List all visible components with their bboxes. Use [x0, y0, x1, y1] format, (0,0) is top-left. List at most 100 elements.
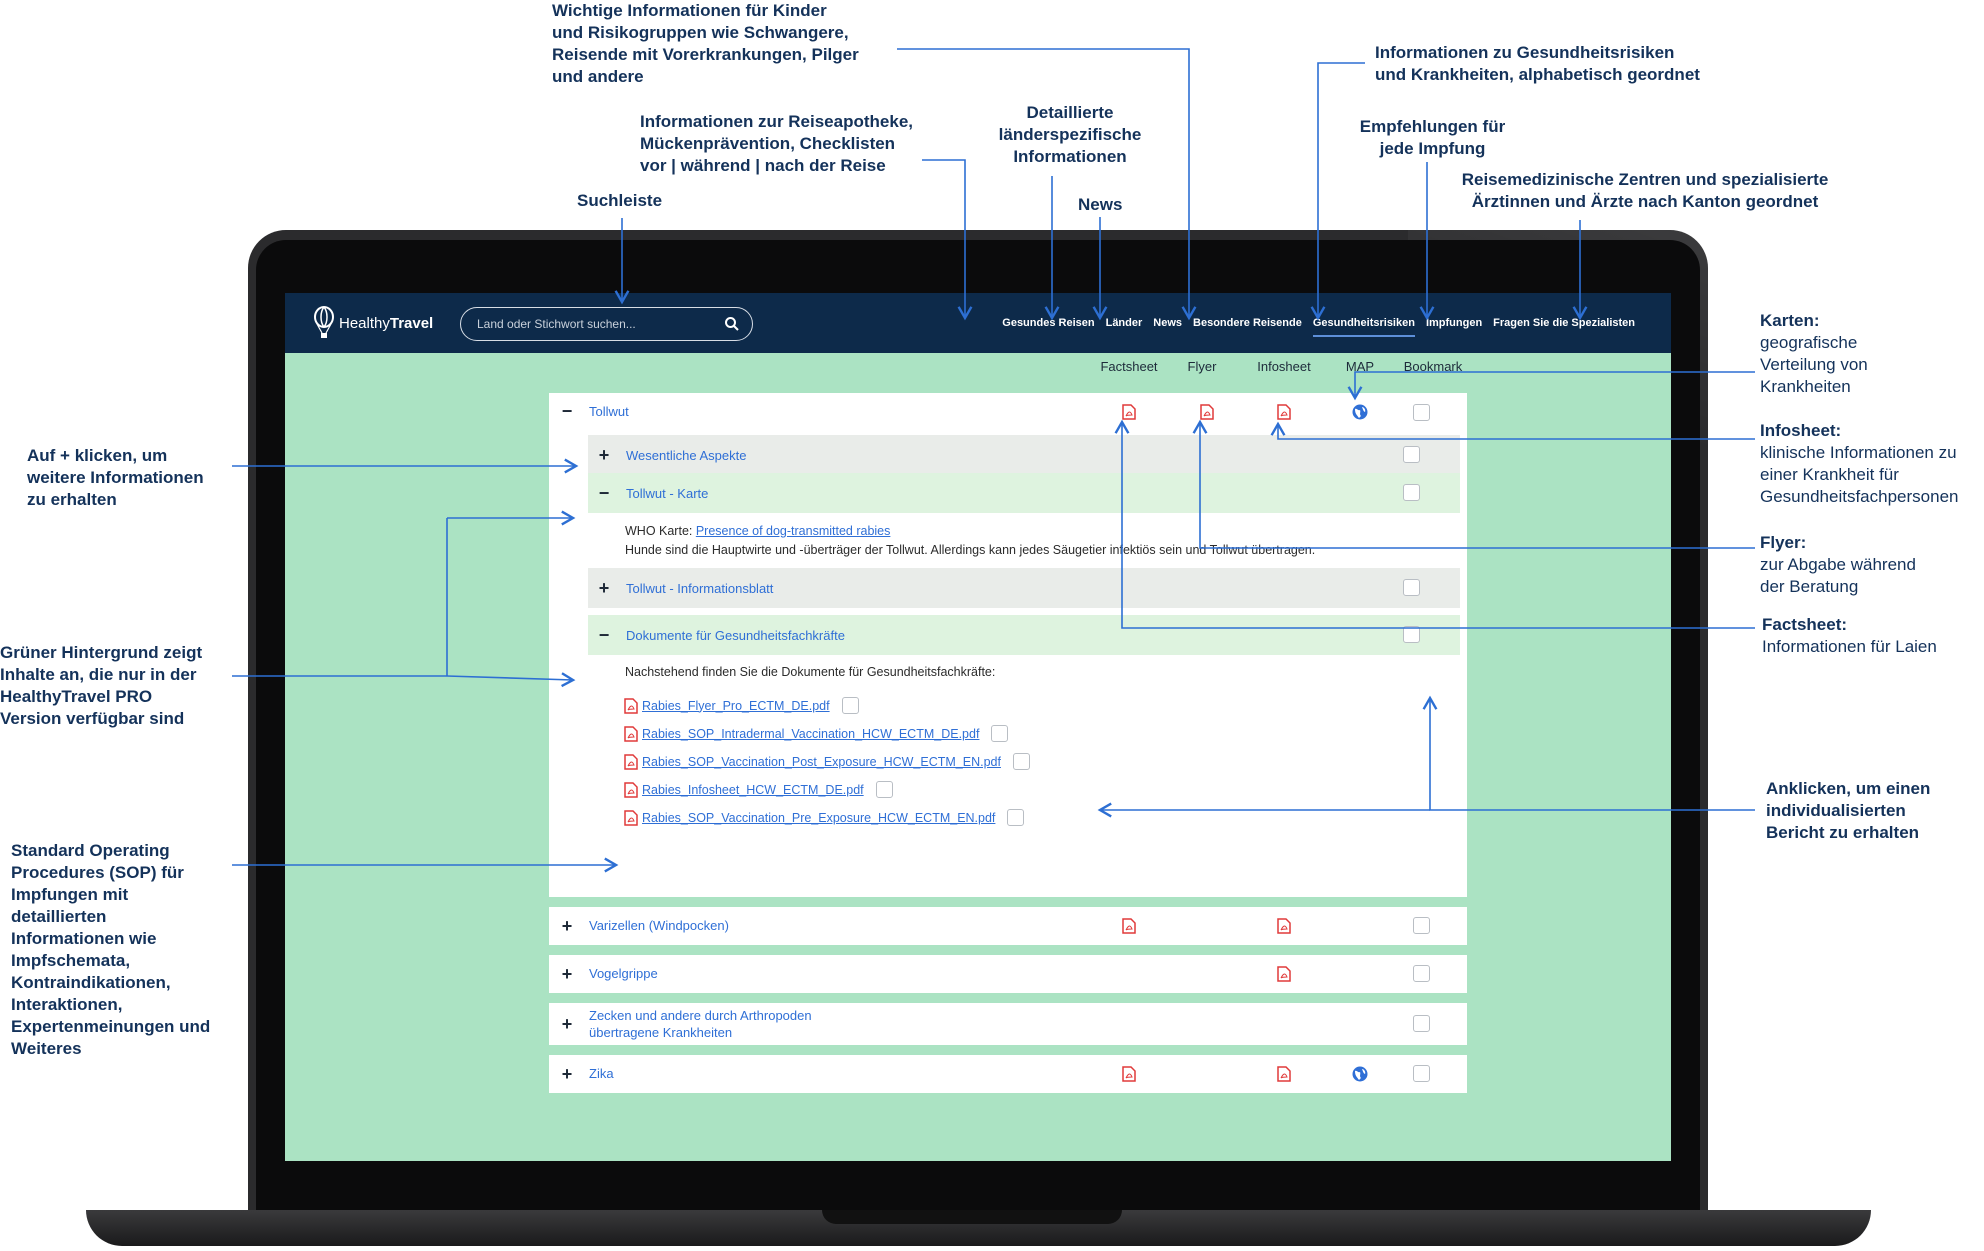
annotation-impfungen: Empfehlungen für jede Impfung: [1359, 117, 1506, 158]
bookmark-checkbox[interactable]: [1403, 579, 1420, 596]
annotation-flyer: Flyer: zur Abgabe während der Beratung: [1760, 533, 1916, 596]
disease-row-zika[interactable]: + Zika: [549, 1055, 1467, 1093]
bookmark-checkbox[interactable]: [1413, 1065, 1430, 1082]
col-factsheet: Factsheet: [1100, 359, 1158, 374]
logo-text: HealthyTravel: [339, 314, 434, 332]
annotation-sop: Standard Operating Procedures (SOP) für Im…: [11, 841, 211, 1058]
sub-row-title[interactable]: Tollwut - Informationsblatt: [626, 581, 773, 596]
nav-fragen-spezialisten[interactable]: Fragen Sie die Spezialisten: [1493, 313, 1635, 333]
annotation-pro-version: Grüner Hintergrund zeigt Inhalte an, die …: [0, 643, 203, 728]
doc-checkbox[interactable]: [875, 781, 893, 798]
pdf-icon[interactable]: [1277, 404, 1291, 420]
sub-row-informationsblatt[interactable]: + Tollwut - Informationsblatt: [588, 568, 1460, 608]
disease-title[interactable]: Zika: [589, 1066, 614, 1081]
plus-icon[interactable]: +: [559, 916, 575, 937]
nav-impfungen[interactable]: Impfungen: [1426, 313, 1482, 333]
globe-icon[interactable]: [1352, 1066, 1368, 1082]
annotation-factsheet: Factsheet: Informationen für Laien: [1762, 615, 1937, 656]
main-nav: Gesundes Reisen Länder News Besondere Re…: [1002, 293, 1635, 353]
sub-row-title[interactable]: Dokumente für Gesundheitsfachkräfte: [626, 628, 845, 643]
minus-icon[interactable]: −: [559, 401, 575, 422]
doc-checkbox[interactable]: [841, 697, 859, 714]
bookmark-checkbox[interactable]: [1403, 626, 1420, 643]
healthytravel-logo[interactable]: HealthyTravel: [313, 305, 433, 341]
disease-row-varizellen[interactable]: + Varizellen (Windpocken): [549, 907, 1467, 945]
nav-news[interactable]: News: [1153, 313, 1182, 333]
bookmark-checkbox[interactable]: [1413, 965, 1430, 982]
annotation-laender: Detaillierte länderspezifische Information…: [998, 103, 1142, 166]
doc-item: Rabies_Infosheet_HCW_ECTM_DE.pdf: [624, 781, 893, 798]
bookmark-checkbox[interactable]: [1403, 446, 1420, 463]
pdf-icon[interactable]: [1277, 1066, 1291, 1082]
minus-icon[interactable]: −: [596, 625, 612, 646]
docs-intro: Nachstehend finden Sie die Dokumente für…: [625, 665, 996, 679]
doc-link[interactable]: Rabies_SOP_Vaccination_Post_Exposure_HCW…: [642, 755, 1001, 769]
doc-link[interactable]: Rabies_SOP_Vaccination_Pre_Exposure_HCW_…: [642, 811, 995, 825]
search-bar[interactable]: [460, 307, 753, 341]
disease-row-tollwut[interactable]: − Tollwut: [559, 397, 629, 425]
col-infosheet: Infosheet: [1257, 359, 1311, 374]
doc-link[interactable]: Rabies_Flyer_Pro_ECTM_DE.pdf: [642, 699, 830, 713]
pdf-icon[interactable]: [1122, 1066, 1136, 1082]
who-description: Hunde sind die Hauptwirte und -überträge…: [625, 543, 1316, 557]
minus-icon[interactable]: −: [596, 483, 612, 504]
plus-icon[interactable]: +: [596, 445, 612, 466]
plus-icon[interactable]: +: [559, 964, 575, 985]
annotation-news: News: [1078, 195, 1123, 214]
sub-row-dokumente[interactable]: − Dokumente für Gesundheitsfachkräfte: [588, 615, 1460, 655]
bookmark-checkbox[interactable]: [1403, 484, 1420, 501]
disease-title[interactable]: Zecken und andere durch Arthropoden übert…: [589, 1007, 812, 1041]
bookmark-checkbox[interactable]: [1413, 404, 1430, 421]
bookmark-checkbox[interactable]: [1413, 917, 1430, 934]
plus-icon[interactable]: +: [596, 578, 612, 599]
pdf-icon[interactable]: [1200, 404, 1214, 420]
healthytravel-balloon-icon: [314, 306, 334, 338]
nav-gesundheitsrisiken[interactable]: Gesundheitsrisiken: [1312, 313, 1416, 337]
annotation-gesundes-reisen: Informationen zur Reiseapotheke, Mückenpr…: [640, 112, 913, 175]
globe-icon[interactable]: [1352, 404, 1368, 420]
disease-title[interactable]: Vogelgrippe: [589, 966, 658, 981]
pdf-icon: [624, 781, 638, 798]
doc-item: Rabies_SOP_Intradermal_Vaccination_HCW_E…: [624, 725, 1009, 742]
pdf-icon[interactable]: [1277, 966, 1291, 982]
col-bookmark: Bookmark: [1403, 359, 1463, 374]
doc-checkbox[interactable]: [991, 725, 1009, 742]
disease-title[interactable]: Varizellen (Windpocken): [589, 918, 729, 933]
pdf-icon: [624, 753, 638, 770]
doc-checkbox[interactable]: [1012, 753, 1030, 770]
app-screen: HealthyTravel Gesundes Reisen Länder New…: [285, 293, 1671, 1161]
sub-row-tollwut-karte[interactable]: − Tollwut - Karte: [588, 473, 1460, 513]
nav-laender[interactable]: Länder: [1106, 313, 1143, 333]
pdf-icon: [624, 725, 638, 742]
doc-item: Rabies_Flyer_Pro_ECTM_DE.pdf: [624, 697, 859, 714]
who-map-link[interactable]: Presence of dog-transmitted rabies: [696, 524, 891, 538]
pdf-icon: [624, 809, 638, 826]
annotation-suchleiste: Suchleiste: [577, 191, 663, 210]
disease-title[interactable]: Tollwut: [589, 404, 629, 419]
doc-link[interactable]: Rabies_SOP_Intradermal_Vaccination_HCW_E…: [642, 727, 979, 741]
search-input[interactable]: [477, 317, 724, 331]
doc-item: Rabies_SOP_Vaccination_Post_Exposure_HCW…: [624, 753, 1030, 770]
search-icon[interactable]: [724, 316, 740, 332]
pdf-icon[interactable]: [1277, 918, 1291, 934]
col-map: MAP: [1345, 359, 1375, 374]
doc-link[interactable]: Rabies_Infosheet_HCW_ECTM_DE.pdf: [642, 783, 864, 797]
bookmark-checkbox[interactable]: [1413, 1015, 1430, 1032]
disease-row-zecken[interactable]: + Zecken und andere durch Arthropoden übe…: [549, 1003, 1467, 1045]
annotation-infosheet: Infosheet: klinische Informationen zu ein…: [1760, 421, 1959, 506]
sub-row-title[interactable]: Tollwut - Karte: [626, 486, 708, 501]
who-label: WHO Karte:: [625, 524, 696, 538]
doc-checkbox[interactable]: [1007, 809, 1025, 826]
sub-row-wesentliche-aspekte[interactable]: + Wesentliche Aspekte: [588, 435, 1460, 475]
nav-gesundes-reisen[interactable]: Gesundes Reisen: [1002, 313, 1094, 333]
sub-row-title[interactable]: Wesentliche Aspekte: [626, 448, 746, 463]
pdf-icon[interactable]: [1122, 918, 1136, 934]
pdf-icon: [624, 697, 638, 714]
pdf-icon[interactable]: [1122, 404, 1136, 420]
annotation-besondere-reisende: Wichtige Informationen für Kinder und Ris…: [552, 1, 859, 86]
nav-besondere-reisende[interactable]: Besondere Reisende: [1193, 313, 1302, 333]
disease-row-vogelgrippe[interactable]: + Vogelgrippe: [549, 955, 1467, 993]
plus-icon[interactable]: +: [559, 1014, 575, 1035]
plus-icon[interactable]: +: [559, 1064, 575, 1085]
annotation-gesundheitsrisiken: Informationen zu Gesundheitsrisiken und K…: [1375, 43, 1700, 84]
